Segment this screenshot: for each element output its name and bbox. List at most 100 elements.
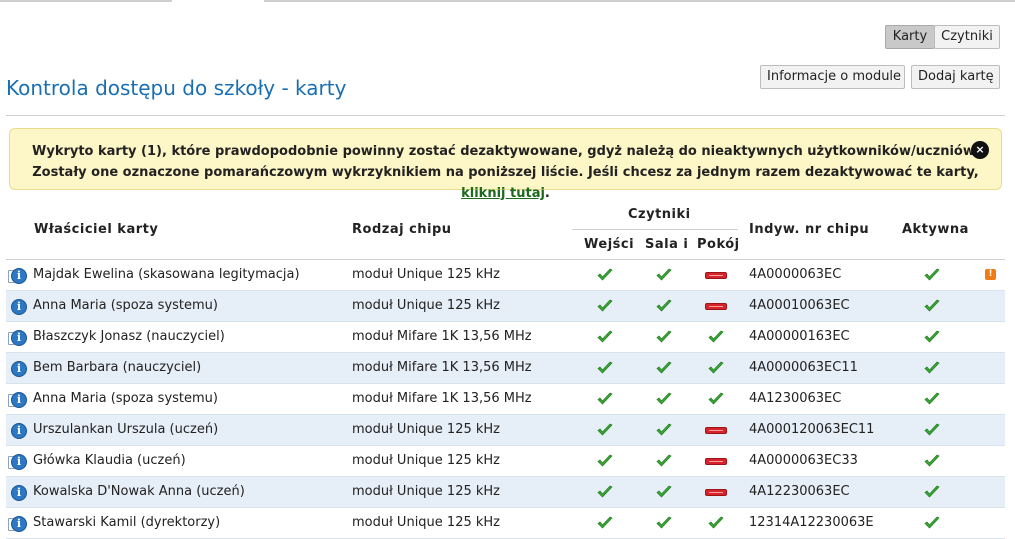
check-icon (656, 361, 672, 374)
chip-type: moduł Mifare 1K 13,56 MHz (352, 360, 532, 375)
check-icon (656, 485, 672, 498)
check-icon (924, 361, 940, 374)
check-icon (656, 392, 672, 405)
chip-number: 4A00000163EC (749, 329, 850, 344)
info-icon[interactable]: i (8, 423, 27, 439)
chip-number: 12314A12230063E (749, 515, 874, 530)
header-active[interactable]: Aktywna (902, 222, 969, 237)
header-readers-group: Czytniki (628, 207, 691, 222)
close-icon[interactable]: × (971, 141, 989, 159)
title-divider (6, 115, 1005, 116)
card-owner: Anna Maria (spoza systemu) (33, 298, 218, 313)
info-icon[interactable]: i (8, 268, 27, 284)
chip-number: 4A1230063EC (749, 391, 842, 406)
top-border-gap (172, 0, 264, 2)
table-row[interactable]: i Stawarski Kamil (dyrektorzy) moduł Uniqu… (6, 508, 1005, 539)
disabled-bar-icon (705, 489, 727, 496)
chip-number: 4A0000063EC (749, 267, 842, 282)
header-reader-3: Pokój (697, 237, 740, 252)
card-owner: Urszulankan Urszula (uczeń) (33, 422, 219, 437)
check-icon (924, 299, 940, 312)
header-reader-1: Wejści (584, 237, 635, 252)
chip-number: 4A0000063EC11 (749, 360, 858, 375)
alert-line-1: Wykryto karty (1), które prawdopodobnie … (32, 144, 979, 159)
inactive-cards-alert: Wykryto karty (1), które prawdopodobnie … (9, 128, 1002, 201)
check-icon (597, 454, 613, 467)
card-owner: Główka Klaudia (uczeń) (33, 453, 186, 468)
table-row[interactable]: i Bem Barbara (nauczyciel) moduł Mifare 1K… (6, 353, 1005, 384)
card-owner: Majdak Ewelina (skasowana legitymacja) (33, 267, 300, 282)
disabled-bar-icon (705, 272, 727, 279)
chip-number: 4A12230063EC (749, 484, 850, 499)
check-icon (597, 392, 613, 405)
tab-cards[interactable]: Karty (885, 25, 935, 49)
chip-type: moduł Mifare 1K 13,56 MHz (352, 391, 532, 406)
check-icon (656, 299, 672, 312)
check-icon (656, 516, 672, 529)
card-owner: Stawarski Kamil (dyrektorzy) (33, 515, 221, 530)
check-icon (656, 423, 672, 436)
alert-line-2: Zostały one oznaczone pomarańczowym wykr… (10, 162, 1001, 204)
card-owner: Anna Maria (spoza systemu) (33, 391, 218, 406)
module-info-button[interactable]: Informacje o module (760, 65, 905, 89)
top-border (0, 0, 1015, 2)
check-icon (656, 330, 672, 343)
header-reader-2: Sala i (645, 237, 689, 252)
chip-type: moduł Mifare 1K 13,56 MHz (352, 329, 532, 344)
check-icon (924, 516, 940, 529)
check-icon (924, 392, 940, 405)
add-card-button[interactable]: Dodaj kartę (911, 65, 1000, 89)
info-icon[interactable]: i (8, 330, 27, 346)
disabled-bar-icon (705, 458, 727, 465)
chip-type: moduł Unique 125 kHz (352, 298, 500, 313)
table-row[interactable]: i Błaszczyk Jonasz (nauczyciel) moduł Mifa… (6, 322, 1005, 353)
chip-type: moduł Unique 125 kHz (352, 267, 500, 282)
alert-text-end: . (544, 186, 550, 201)
check-icon (597, 423, 613, 436)
card-owner: Kowalska D'Nowak Anna (uczeń) (33, 484, 245, 499)
check-icon (597, 299, 613, 312)
card-owner: Błaszczyk Jonasz (nauczyciel) (33, 329, 225, 344)
check-icon (708, 361, 724, 374)
check-icon (656, 454, 672, 467)
deactivate-link[interactable]: kliknij tutaj (461, 186, 545, 201)
info-icon[interactable]: i (8, 392, 27, 408)
info-icon[interactable]: i (8, 361, 27, 377)
header-owner[interactable]: Właściciel karty (34, 222, 158, 237)
check-icon (597, 361, 613, 374)
table-row[interactable]: i Urszulankan Urszula (uczeń) moduł Unique… (6, 415, 1005, 446)
info-icon[interactable]: i (8, 454, 27, 470)
check-icon (708, 330, 724, 343)
card-owner: Bem Barbara (nauczyciel) (33, 360, 202, 375)
table-row[interactable]: i Kowalska D'Nowak Anna (uczeń) moduł Uniq… (6, 477, 1005, 508)
check-icon (924, 485, 940, 498)
chip-number: 4A0000063EC33 (749, 453, 858, 468)
check-icon (597, 330, 613, 343)
warning-icon: ! (985, 269, 996, 280)
check-icon (597, 485, 613, 498)
header-chip-type[interactable]: Rodzaj chipu (352, 222, 452, 237)
disabled-bar-icon (705, 427, 727, 434)
info-icon[interactable]: i (8, 485, 27, 501)
chip-number: 4A00010063EC (749, 298, 850, 313)
table-header: Właściciel karty Rodzaj chipu Czytniki W… (0, 200, 1015, 260)
check-icon (597, 268, 613, 281)
check-icon (924, 330, 940, 343)
tab-readers[interactable]: Czytniki (934, 25, 1000, 49)
check-icon (656, 268, 672, 281)
page-title: Kontrola dostępu do szkoły - karty (6, 76, 347, 100)
table-row[interactable]: i Główka Klaudia (uczeń) moduł Unique 125 … (6, 446, 1005, 477)
chip-number: 4A000120063EC11 (749, 422, 875, 437)
header-chip-number[interactable]: Indyw. nr chipu (749, 222, 869, 237)
check-icon (924, 423, 940, 436)
info-icon[interactable]: i (8, 516, 27, 532)
check-icon (924, 454, 940, 467)
chip-type: moduł Unique 125 kHz (352, 484, 500, 499)
chip-type: moduł Unique 125 kHz (352, 515, 500, 530)
check-icon (708, 516, 724, 529)
chip-type: moduł Unique 125 kHz (352, 453, 500, 468)
info-icon[interactable]: i (8, 299, 27, 315)
table-row[interactable]: i Majdak Ewelina (skasowana legitymacja) m… (6, 260, 1005, 291)
table-row[interactable]: i Anna Maria (spoza systemu) moduł Unique … (6, 291, 1005, 322)
table-row[interactable]: i Anna Maria (spoza systemu) moduł Mifare … (6, 384, 1005, 415)
